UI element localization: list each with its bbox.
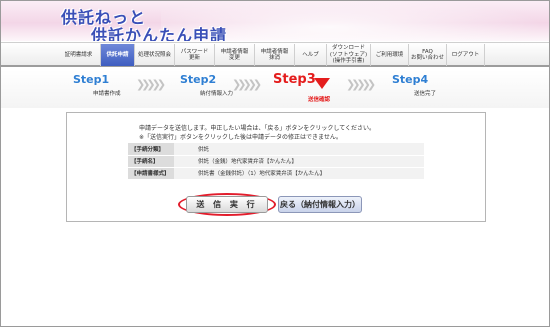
nav-item-applicant-change[interactable]: 申請者情報 変更 <box>215 44 255 66</box>
step3-title: Step3 <box>273 72 316 87</box>
nav-item-faq[interactable]: FAQ お問い合わせ <box>409 44 447 66</box>
nav-item-applicant-delete[interactable]: 申請者情報 抹消 <box>255 44 295 66</box>
step3-label: 送信確認 <box>308 97 331 103</box>
table-row: 【申請書様式】 供託書（金銭供託）（1）地代家賃弁済【かんたん】 <box>128 167 424 180</box>
table-row: 【手続名】 供託（金銭）地代家賃弁済【かんたん】 <box>128 155 424 168</box>
send-execute-button[interactable]: 送 信 実 行 <box>186 196 268 213</box>
header-banner: 供託ねっと 供託かんたん申請 <box>1 1 549 41</box>
step-arrow-icon: ❯❯❯❯❯ <box>346 78 376 91</box>
nav-item-deposit-application[interactable]: 供託申請 <box>101 44 135 66</box>
step2-label: 納付情報入力 <box>200 91 234 97</box>
logo-line2: 供託かんたん申請 <box>91 26 228 41</box>
step2-title: Step2 <box>180 73 217 86</box>
step1-title: Step1 <box>73 73 110 86</box>
summary-value: 供託 <box>174 143 424 156</box>
table-row: 【手続分類】 供託 <box>128 143 424 156</box>
confirm-message: 申請データを送信します。申正したい場合は、「戻る」ボタンをクリックしてください。 <box>139 125 376 132</box>
main-nav: 証明書請求 供託申請 処理状況照会 パスワード 更新 申請者情報 変更 申請者情… <box>1 42 549 67</box>
current-step-marker-icon <box>314 78 330 89</box>
warning-message: ※「送信実行」ボタンをクリックした後は申請データの修正はできません。 <box>139 134 342 141</box>
nav-item-password-update[interactable]: パスワード 更新 <box>175 44 215 66</box>
summary-value: 供託書（金銭供託）（1）地代家賃弁済【かんたん】 <box>174 167 424 180</box>
nav-item-status-inquiry[interactable]: 処理状況照会 <box>135 44 175 66</box>
summary-key: 【申請書様式】 <box>128 167 174 180</box>
step4-title: Step4 <box>392 73 429 86</box>
step-arrow-icon: ❯❯❯❯❯ <box>232 78 262 91</box>
step1-label: 申請書作成 <box>93 91 121 97</box>
nav-item-download[interactable]: ダウンロード (ソフトウェア) (操作手引書) <box>327 44 371 66</box>
nav-item-help[interactable]: ヘルプ <box>295 44 327 66</box>
summary-key: 【手続名】 <box>128 155 174 168</box>
back-button[interactable]: 戻る（納付情報入力） <box>278 196 362 213</box>
nav-item-environment[interactable]: ご利用環境 <box>371 44 409 66</box>
step4-label: 送信完了 <box>414 91 437 97</box>
step-arrow-icon: ❯❯❯❯❯ <box>136 78 166 91</box>
summary-value: 供託（金銭）地代家賃弁済【かんたん】 <box>174 155 424 168</box>
summary-key: 【手続分類】 <box>128 143 174 156</box>
application-summary-table: 【手続分類】 供託 【手続名】 供託（金銭）地代家賃弁済【かんたん】 【申請書様… <box>128 143 424 180</box>
nav-item-logout[interactable]: ログアウト <box>447 44 485 66</box>
nav-item-certificate-request[interactable]: 証明書請求 <box>57 44 101 66</box>
